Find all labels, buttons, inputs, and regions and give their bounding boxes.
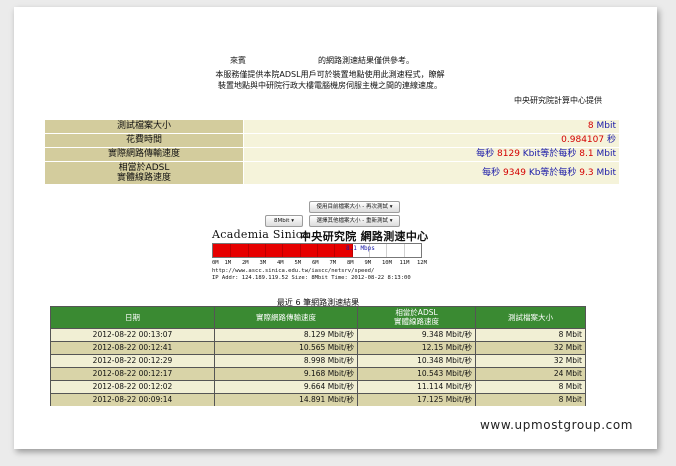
result-label: 花費時間 bbox=[45, 134, 243, 147]
meter-grid-line bbox=[334, 244, 336, 257]
meter-scale-tick: 3M bbox=[259, 260, 267, 266]
result-text: Kbit等於每秒 bbox=[519, 149, 580, 159]
speed-meter-track bbox=[212, 243, 422, 258]
history-header-adsl: 相當於ADSL 實體線路速度 bbox=[358, 307, 475, 328]
guest-label: 來賓 bbox=[230, 56, 246, 65]
meter-scale-tick: 11M bbox=[399, 260, 410, 266]
history-header-speed: 實際網路傳輸速度 bbox=[215, 307, 357, 328]
result-row-speed: 實際網路傳輸速度 每秒 8129 Kbit等於每秒 8.1 Mbit bbox=[45, 148, 619, 161]
meter-scale-tick: 2M bbox=[241, 260, 249, 266]
result-number: 9349 bbox=[503, 168, 526, 178]
meter-scale-tick: 0M bbox=[212, 260, 219, 266]
history-header-size: 測試檔案大小 bbox=[476, 307, 585, 328]
meter-ip-line: IP Addr: 124.189.119.52 Size: 8Mbit Time… bbox=[212, 275, 411, 281]
history-cell: 14.891 Mbit/秒 bbox=[215, 394, 357, 406]
result-text: Kb等於每秒 bbox=[525, 168, 580, 178]
result-row-size: 測試檔案大小 8 Mbit bbox=[45, 120, 619, 133]
meter-scale-tick: 9M bbox=[364, 260, 372, 266]
history-cell: 9.348 Mbit/秒 bbox=[358, 329, 475, 341]
history-cell: 2012-08-22 00:12:41 bbox=[51, 342, 214, 354]
result-value: 8 Mbit bbox=[244, 120, 619, 133]
result-row-time: 花費時間 0.984107 秒 bbox=[45, 134, 619, 147]
result-label: 相當於ADSL 實體線路速度 bbox=[45, 162, 243, 184]
history-cell: 8 Mbit bbox=[476, 329, 585, 341]
meter-grid-line bbox=[247, 244, 249, 257]
result-text: 每秒 bbox=[476, 149, 498, 159]
brand-english: Academia Sinica bbox=[212, 228, 310, 241]
retest-other-size-button[interactable]: 選擇其他檔案大小 - 重新測試 ▾ bbox=[309, 215, 400, 227]
result-label: 測試檔案大小 bbox=[45, 120, 243, 133]
history-cell: 2012-08-22 00:09:14 bbox=[51, 394, 214, 406]
file-size-select[interactable]: 8Mbit ▾ bbox=[265, 215, 303, 227]
history-cell: 10.348 Mbit/秒 bbox=[358, 355, 475, 367]
brand-chinese: 中央研究院 網路測速中心 bbox=[300, 230, 429, 243]
result-label: 實際網路傳輸速度 bbox=[45, 148, 243, 161]
meter-scale-tick: 4M bbox=[276, 260, 284, 266]
meter-scale-tick: 12M bbox=[417, 260, 427, 266]
history-cell: 8.129 Mbit/秒 bbox=[215, 329, 357, 341]
meter-grid-line bbox=[386, 244, 388, 257]
history-cell: 2012-08-22 00:12:02 bbox=[51, 381, 214, 393]
history-table: 日期 實際網路傳輸速度 相當於ADSL 實體線路速度 測試檔案大小 2012-0… bbox=[50, 306, 586, 406]
history-cell: 10.565 Mbit/秒 bbox=[215, 342, 357, 354]
history-cell: 32 Mbit bbox=[476, 342, 585, 354]
intro-line-3: 裝置地點與中研院行政大樓電腦機房伺服主機之間的連線速度。 bbox=[218, 81, 442, 90]
history-header-date: 日期 bbox=[51, 307, 214, 328]
history-cell: 10.543 Mbit/秒 bbox=[358, 368, 475, 380]
history-cell: 2012-08-22 00:12:29 bbox=[51, 355, 214, 367]
result-value: 每秒 9349 Kb等於每秒 9.3 Mbit bbox=[244, 162, 619, 184]
meter-scale-tick: 1M bbox=[224, 260, 232, 266]
history-cell: 9.664 Mbit/秒 bbox=[215, 381, 357, 393]
meter-scale-tick: 7M bbox=[329, 260, 337, 266]
meter-grid-line bbox=[403, 244, 405, 257]
history-cell: 2012-08-22 00:12:17 bbox=[51, 368, 214, 380]
result-label-line: 實體線路速度 bbox=[116, 173, 171, 183]
result-unit: Mbit bbox=[593, 149, 616, 159]
meter-grid-line bbox=[265, 244, 266, 257]
meter-grid-line bbox=[299, 244, 301, 257]
result-number: 8129 bbox=[497, 149, 520, 159]
history-cell: 2012-08-22 00:13:07 bbox=[51, 329, 214, 341]
result-value: 0.984107 秒 bbox=[244, 134, 619, 147]
result-number: 0.984107 bbox=[561, 135, 605, 145]
watermark-text: www.upmostgroup.com bbox=[480, 418, 634, 432]
history-cell: 8 Mbit bbox=[476, 394, 585, 406]
result-unit: Mbit bbox=[593, 168, 616, 178]
meter-scale-tick: 5M bbox=[294, 260, 302, 266]
meter-scale-tick: 6M bbox=[312, 260, 319, 266]
meter-grid-line bbox=[282, 244, 284, 257]
history-cell: 24 Mbit bbox=[476, 368, 585, 380]
history-cell: 17.125 Mbit/秒 bbox=[358, 394, 475, 406]
speed-meter-scale: 0M 1M 2M 3M 4M 5M 6M 7M 8M 9M 10M 11M 12M bbox=[212, 260, 427, 268]
meter-grid-line bbox=[317, 244, 318, 257]
history-cell: 11.114 Mbit/秒 bbox=[358, 381, 475, 393]
history-cell: 32 Mbit bbox=[476, 355, 585, 367]
result-number: 9.3 bbox=[579, 168, 594, 178]
provider-note: 中央研究院計算中心提供 bbox=[514, 96, 602, 105]
retest-same-size-button[interactable]: 使用目前檔案大小 - 再次測試 ▾ bbox=[309, 201, 400, 213]
result-text: 每秒 bbox=[482, 168, 504, 178]
history-cell: 8.998 Mbit/秒 bbox=[215, 355, 357, 367]
result-number: 8.1 bbox=[579, 149, 594, 159]
speed-meter-grid bbox=[213, 244, 421, 257]
result-unit: Mbit bbox=[593, 121, 616, 131]
speed-meter-label: 8.1 Mbps bbox=[346, 245, 375, 252]
result-unit: 秒 bbox=[604, 135, 616, 145]
meter-scale-tick: 8M bbox=[346, 260, 354, 266]
result-row-adsl: 相當於ADSL 實體線路速度 每秒 9349 Kb等於每秒 9.3 Mbit bbox=[45, 162, 619, 184]
meter-scale-tick: 10M bbox=[382, 260, 392, 266]
intro-line-1: 的網路測速結果僅供參考。 bbox=[318, 56, 414, 65]
meter-url: http://www.ascc.sinica.edu.tw/iascc/nets… bbox=[212, 268, 375, 274]
history-cell: 9.168 Mbit/秒 bbox=[215, 368, 357, 380]
result-label-line: 相當於ADSL bbox=[118, 163, 170, 173]
meter-grid-line bbox=[230, 244, 232, 257]
result-value: 每秒 8129 Kbit等於每秒 8.1 Mbit bbox=[244, 148, 619, 161]
history-cell: 8 Mbit bbox=[476, 381, 585, 393]
history-cell: 12.15 Mbit/秒 bbox=[358, 342, 475, 354]
